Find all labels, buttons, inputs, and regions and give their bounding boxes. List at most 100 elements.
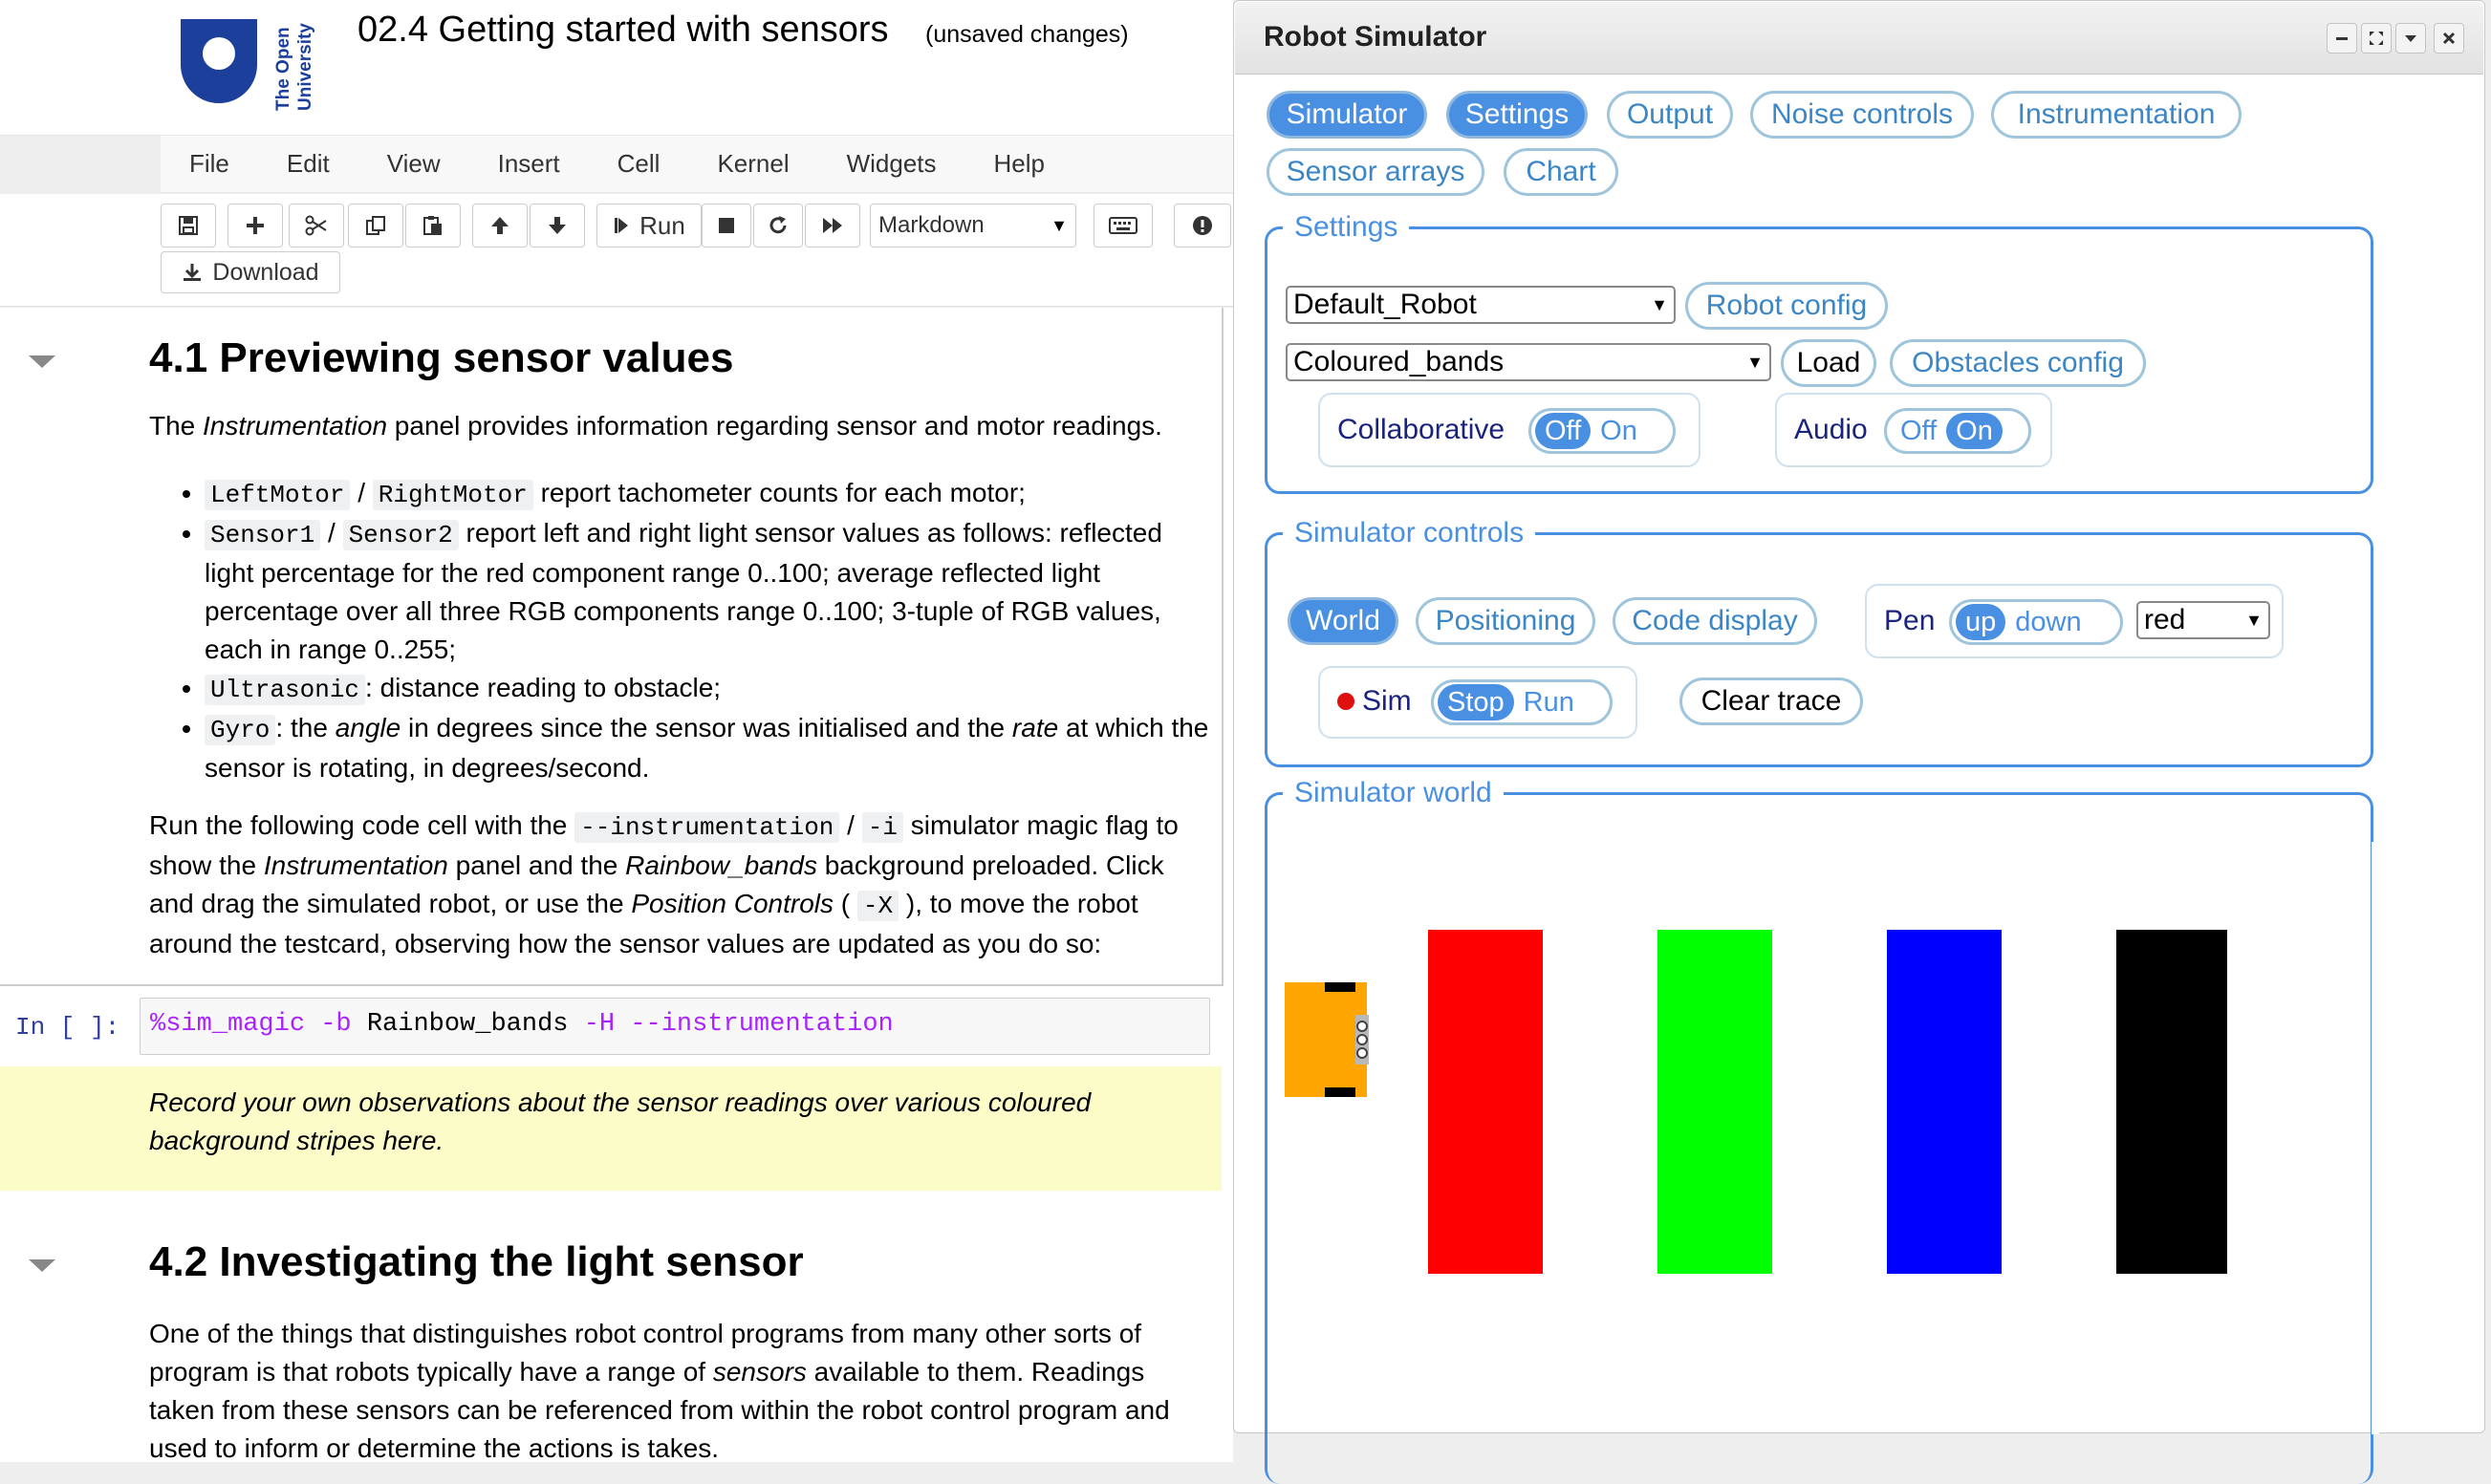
save-button[interactable] bbox=[161, 204, 216, 247]
menu-file[interactable]: File bbox=[161, 149, 258, 179]
emphasis: sensors bbox=[712, 1357, 807, 1387]
simulator-titlebar[interactable]: Robot Simulator bbox=[1235, 2, 2483, 75]
copy-button[interactable] bbox=[348, 204, 403, 247]
magic-keyword: %sim_magic bbox=[150, 1010, 306, 1039]
arrow-down-icon bbox=[549, 217, 566, 234]
robot-wheel bbox=[1325, 982, 1355, 992]
info-button[interactable] bbox=[1174, 204, 1231, 247]
robot-select[interactable]: Default_Robot ▼ bbox=[1286, 286, 1676, 324]
pen-color-select[interactable]: red ▼ bbox=[2136, 601, 2270, 639]
world-button[interactable]: World bbox=[1288, 597, 1398, 645]
minimize-button[interactable] bbox=[2327, 23, 2357, 54]
load-button[interactable]: Load bbox=[1781, 339, 1876, 387]
pen-down-option[interactable]: down bbox=[2005, 604, 2090, 640]
cut-button[interactable] bbox=[289, 204, 344, 247]
collapse-button[interactable] bbox=[2395, 23, 2426, 54]
menu-edit[interactable]: Edit bbox=[258, 149, 358, 179]
observation-cell[interactable]: Record your own observations about the s… bbox=[0, 1066, 1222, 1191]
sim-run-option[interactable]: Run bbox=[1514, 684, 1584, 720]
menu-help[interactable]: Help bbox=[965, 149, 1073, 179]
robot-sensor bbox=[1356, 1034, 1368, 1045]
menu-cell[interactable]: Cell bbox=[589, 149, 689, 179]
plus-icon bbox=[247, 217, 264, 234]
collaborative-switch[interactable]: Off On bbox=[1528, 408, 1676, 454]
tab-noise-controls[interactable]: Noise controls bbox=[1750, 91, 1974, 139]
sim-run-switch[interactable]: Stop Run bbox=[1431, 679, 1613, 725]
audio-switch[interactable]: Off On bbox=[1884, 408, 2031, 454]
code-display-button[interactable]: Code display bbox=[1613, 597, 1817, 645]
world-edge-mask bbox=[2372, 842, 2379, 1434]
close-button[interactable] bbox=[2434, 23, 2464, 54]
open-university-logo[interactable]: The Open University bbox=[177, 15, 339, 117]
pen-up-option[interactable]: up bbox=[1956, 604, 2006, 640]
selected-cell-border bbox=[0, 308, 1224, 986]
robot-sensor bbox=[1356, 1047, 1368, 1059]
tab-sensor-arrays[interactable]: Sensor arrays bbox=[1267, 148, 1484, 196]
arrow-up-icon bbox=[491, 217, 509, 234]
notebook-title[interactable]: 02.4 Getting started with sensors bbox=[357, 10, 889, 51]
clear-trace-button[interactable]: Clear trace bbox=[1679, 677, 1863, 725]
cell-type-select[interactable]: Markdown ▼ bbox=[870, 204, 1076, 247]
tab-settings[interactable]: Settings bbox=[1446, 91, 1588, 139]
notebook-content: 4.1 Previewing sensor values The Instrum… bbox=[0, 308, 1233, 1462]
maximize-button[interactable] bbox=[2361, 23, 2392, 54]
step-forward-icon bbox=[615, 218, 629, 233]
chevron-down-icon: ▼ bbox=[1746, 352, 1764, 372]
notebook-toolbar: Run Markdown ▼ Download bbox=[0, 194, 1233, 307]
robot-wheel bbox=[1325, 1087, 1355, 1097]
expand-icon bbox=[2370, 32, 2383, 45]
simulator-controls-legend: Simulator controls bbox=[1294, 517, 1525, 548]
restart-button[interactable] bbox=[753, 204, 803, 247]
collaborative-on-option[interactable]: On bbox=[1591, 413, 1647, 449]
tab-output[interactable]: Output bbox=[1607, 91, 1733, 139]
audio-on-option[interactable]: On bbox=[1946, 413, 2003, 449]
command-palette-button[interactable] bbox=[1094, 204, 1153, 247]
paste-button[interactable] bbox=[405, 204, 461, 247]
menu-view[interactable]: View bbox=[358, 149, 469, 179]
background-select-value: Coloured_bands bbox=[1293, 346, 1505, 377]
code-arg: Rainbow_bands bbox=[366, 1010, 569, 1039]
interrupt-button[interactable] bbox=[702, 204, 751, 247]
blue-band bbox=[1887, 930, 2002, 1274]
code-cell-input[interactable]: %sim_magic -b Rainbow_bands -H --instrum… bbox=[140, 998, 1210, 1055]
download-button[interactable]: Download bbox=[161, 251, 340, 293]
tab-instrumentation[interactable]: Instrumentation bbox=[1991, 91, 2242, 139]
cell-type-value: Markdown bbox=[878, 212, 985, 238]
menu-insert[interactable]: Insert bbox=[469, 149, 589, 179]
observation-text: Record your own observations about the s… bbox=[149, 1087, 1092, 1155]
audio-off-option[interactable]: Off bbox=[1891, 413, 1946, 449]
simulator-world-canvas[interactable] bbox=[1271, 860, 2227, 1376]
save-status: (unsaved changes) bbox=[925, 21, 1129, 48]
positioning-button[interactable]: Positioning bbox=[1416, 597, 1595, 645]
black-band bbox=[2116, 930, 2227, 1274]
menu-kernel[interactable]: Kernel bbox=[688, 149, 817, 179]
menu-widgets[interactable]: Widgets bbox=[818, 149, 965, 179]
robot-sensor bbox=[1356, 1021, 1368, 1032]
sim-stop-option[interactable]: Stop bbox=[1438, 684, 1514, 720]
insert-cell-button[interactable] bbox=[227, 204, 283, 247]
collaborative-label: Collaborative bbox=[1337, 414, 1505, 445]
tab-chart[interactable]: Chart bbox=[1504, 148, 1618, 196]
download-label: Download bbox=[212, 258, 319, 286]
move-up-button[interactable] bbox=[472, 204, 528, 247]
pen-switch[interactable]: up down bbox=[1949, 599, 2123, 645]
robot-config-button[interactable]: Robot config bbox=[1685, 282, 1888, 330]
collaborative-off-option[interactable]: Off bbox=[1535, 413, 1592, 449]
light-sensor-paragraph: One of the things that distinguishes rob… bbox=[149, 1315, 1201, 1462]
notebook-header: The Open University 02.4 Getting started… bbox=[0, 0, 1233, 136]
paste-icon bbox=[423, 216, 442, 235]
background-select[interactable]: Coloured_bands ▼ bbox=[1286, 343, 1771, 381]
download-icon bbox=[184, 264, 202, 281]
copy-icon bbox=[366, 216, 385, 235]
robot-body[interactable] bbox=[1285, 982, 1367, 1097]
move-down-button[interactable] bbox=[530, 204, 585, 247]
code-flag: --instrumentation bbox=[630, 1010, 894, 1039]
green-band bbox=[1657, 930, 1772, 1274]
collapse-section-icon[interactable] bbox=[29, 1259, 55, 1272]
run-button[interactable]: Run bbox=[596, 204, 702, 247]
pen-color-value: red bbox=[2144, 604, 2186, 635]
tab-simulator[interactable]: Simulator bbox=[1267, 91, 1427, 139]
restart-run-all-button[interactable] bbox=[805, 204, 860, 247]
robot[interactable] bbox=[1285, 982, 1369, 1097]
obstacles-config-button[interactable]: Obstacles config bbox=[1890, 339, 2146, 387]
